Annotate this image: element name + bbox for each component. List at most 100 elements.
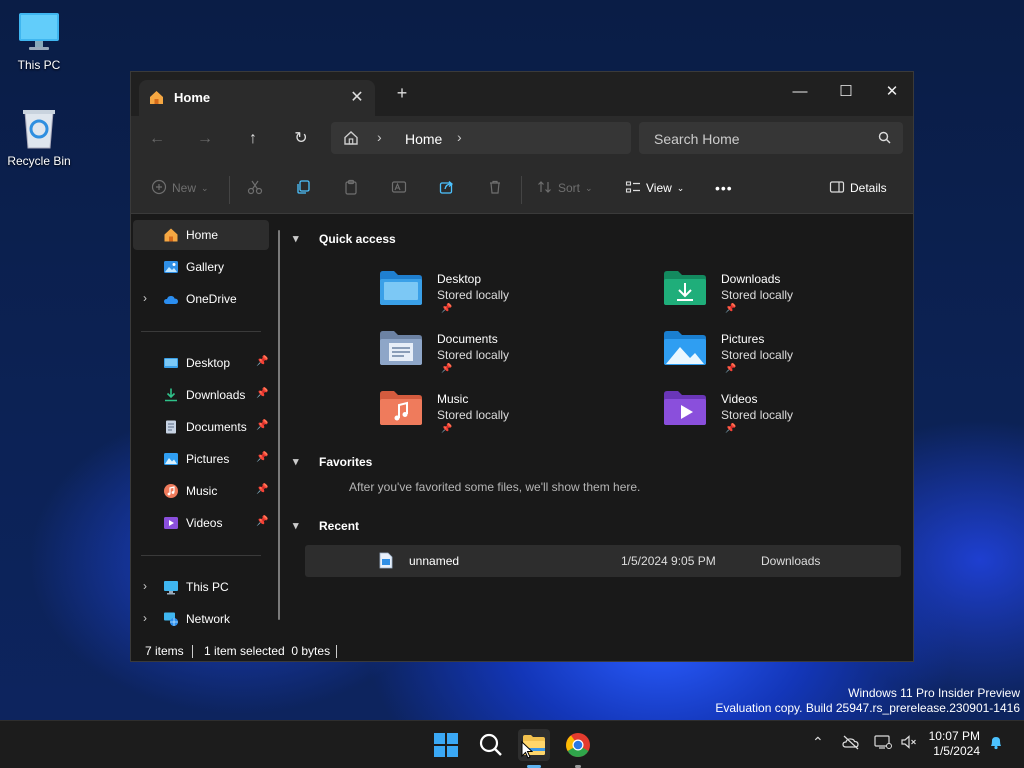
sidebar-item-home[interactable]: Home	[133, 220, 269, 250]
sidebar-item-onedrive[interactable]: › OneDrive	[133, 284, 269, 314]
status-divider	[192, 645, 193, 658]
quick-access-item-music[interactable]: Music Stored locally 📌	[379, 390, 599, 446]
delete-button[interactable]	[487, 177, 503, 199]
quick-access-header[interactable]: ▾ Quick access	[293, 232, 396, 246]
back-arrow-icon[interactable]: ←	[143, 125, 171, 153]
details-pane-icon	[829, 179, 845, 198]
new-button[interactable]: New ⌄	[151, 177, 209, 199]
recent-header[interactable]: ▾ Recent	[293, 519, 359, 533]
quick-access-name: Videos	[721, 392, 758, 406]
quick-access-status: Stored locally	[721, 348, 794, 362]
quick-access-item-documents[interactable]: Documents Stored locally 📌	[379, 330, 599, 386]
sidebar-scrollbar[interactable]	[278, 230, 280, 620]
navigation-pane: Home Gallery › OneDrive Desktop 📌 Downlo…	[131, 214, 287, 641]
volume-muted-icon[interactable]	[900, 734, 918, 753]
close-button[interactable]: ✕	[869, 78, 915, 106]
quick-access-item-downloads[interactable]: Downloads Stored locally 📌	[663, 270, 883, 326]
cloud-icon	[163, 291, 179, 307]
network-icon	[163, 611, 179, 627]
sidebar-item-label: Gallery	[186, 260, 225, 274]
title-bar: Home ✕ + — ☐ ✕	[131, 72, 913, 116]
desktop-icon-recycle-bin[interactable]: Recycle Bin	[4, 106, 74, 168]
refresh-icon[interactable]: ↻	[287, 125, 315, 153]
sidebar-item-gallery[interactable]: Gallery	[133, 252, 269, 282]
quick-access-status: Stored locally	[437, 348, 510, 362]
scissors-icon	[247, 179, 263, 198]
notification-bell-icon[interactable]	[988, 734, 1004, 753]
forward-arrow-icon[interactable]: →	[191, 125, 219, 153]
trash-icon	[487, 179, 503, 198]
search-box[interactable]: Search Home	[639, 122, 903, 154]
rename-button[interactable]	[391, 177, 407, 199]
toolbar-divider	[521, 176, 522, 204]
sidebar-item-pictures[interactable]: Pictures 📌	[133, 444, 269, 474]
cut-button[interactable]	[247, 177, 263, 199]
show-hidden-icons-chevron-icon[interactable]: ⌃	[812, 734, 824, 751]
quick-access-name: Pictures	[721, 332, 765, 346]
recent-file-date: 1/5/2024 9:05 PM	[621, 554, 716, 568]
chevron-down-icon[interactable]: ▾	[293, 519, 299, 532]
sidebar-item-documents[interactable]: Documents 📌	[133, 412, 269, 442]
downloads-folder-icon	[663, 270, 707, 309]
favorites-header[interactable]: ▾ Favorites	[293, 455, 372, 469]
breadcrumb-home[interactable]: Home	[405, 131, 442, 147]
network-status-icon[interactable]	[874, 734, 892, 753]
view-button[interactable]: View ⌄	[625, 177, 684, 199]
details-button[interactable]: Details	[829, 177, 887, 199]
table-row[interactable]: unnamed 1/5/2024 9:05 PM Downloads	[305, 545, 901, 577]
sidebar-item-downloads[interactable]: Downloads 📌	[133, 380, 269, 410]
pin-icon: 📌	[441, 423, 453, 433]
start-button[interactable]	[430, 729, 462, 761]
search-button[interactable]	[475, 729, 507, 761]
sidebar-item-this-pc[interactable]: › This PC	[133, 572, 269, 602]
up-arrow-icon[interactable]: ↑	[239, 125, 267, 153]
sort-button[interactable]: Sort ⌄	[537, 177, 593, 199]
chevron-right-icon[interactable]: ›	[143, 611, 147, 625]
more-options-button[interactable]: •••	[715, 177, 733, 199]
taskbar-clock[interactable]: 10:07 PM 1/5/2024	[929, 729, 980, 759]
chevron-down-icon[interactable]: ▾	[293, 455, 299, 468]
tab-close-icon[interactable]: ✕	[349, 87, 365, 107]
sidebar-item-videos[interactable]: Videos 📌	[133, 508, 269, 538]
tab-home[interactable]: Home ✕	[139, 80, 375, 116]
sort-label: Sort	[558, 181, 581, 195]
document-icon	[163, 419, 179, 435]
file-explorer-window: Home ✕ + — ☐ ✕ ← → ↑ ↻ › Home › Search H…	[130, 71, 914, 662]
chevron-down-icon: ⌄	[585, 182, 593, 193]
sort-arrows-icon	[537, 179, 553, 198]
monitor-icon	[17, 10, 61, 54]
quick-access-item-videos[interactable]: Videos Stored locally 📌	[663, 390, 883, 446]
paste-button[interactable]	[343, 177, 359, 199]
command-bar: New ⌄ Sort ⌄ View ⌄ ••• Details	[131, 164, 913, 214]
chevron-right-icon[interactable]: ›	[143, 579, 147, 593]
quick-access-item-desktop[interactable]: Desktop Stored locally 📌	[379, 270, 599, 326]
status-bar: 7 items 1 item selected 0 bytes	[131, 641, 913, 661]
sidebar-item-label: Documents	[186, 420, 247, 434]
onedrive-offline-icon[interactable]	[842, 734, 860, 753]
recent-file-name: unnamed	[409, 554, 460, 568]
chevron-right-icon[interactable]: ›	[143, 291, 147, 305]
desktop-folder-icon	[163, 355, 179, 371]
ellipsis-icon: •••	[715, 180, 733, 196]
desktop-icon-this-pc[interactable]: This PC	[4, 10, 74, 72]
chrome-taskbar-button[interactable]	[562, 729, 594, 768]
selection-info: 1 item selected 0 bytes	[204, 644, 331, 658]
chevron-right-icon[interactable]: ›	[457, 129, 462, 145]
sidebar-item-desktop[interactable]: Desktop 📌	[133, 348, 269, 378]
pin-icon: 📌	[441, 303, 453, 313]
share-button[interactable]	[439, 177, 455, 199]
copy-button[interactable]	[295, 177, 311, 199]
new-tab-button[interactable]: +	[393, 84, 411, 104]
favorites-empty-message: After you've favorited some files, we'll…	[349, 480, 641, 494]
pin-icon: 📌	[256, 516, 269, 527]
sidebar-item-music[interactable]: Music 📌	[133, 476, 269, 506]
address-bar[interactable]: › Home ›	[331, 122, 631, 154]
chevron-down-icon[interactable]: ▾	[293, 232, 299, 245]
quick-access-item-pictures[interactable]: Pictures Stored locally 📌	[663, 330, 883, 386]
sidebar-item-label: Downloads	[186, 388, 246, 402]
mouse-cursor	[521, 740, 534, 762]
maximize-button[interactable]: ☐	[823, 78, 869, 106]
minimize-button[interactable]: —	[777, 78, 823, 106]
sidebar-item-network[interactable]: › Network	[133, 604, 269, 634]
sidebar-item-label: Music	[186, 484, 218, 498]
